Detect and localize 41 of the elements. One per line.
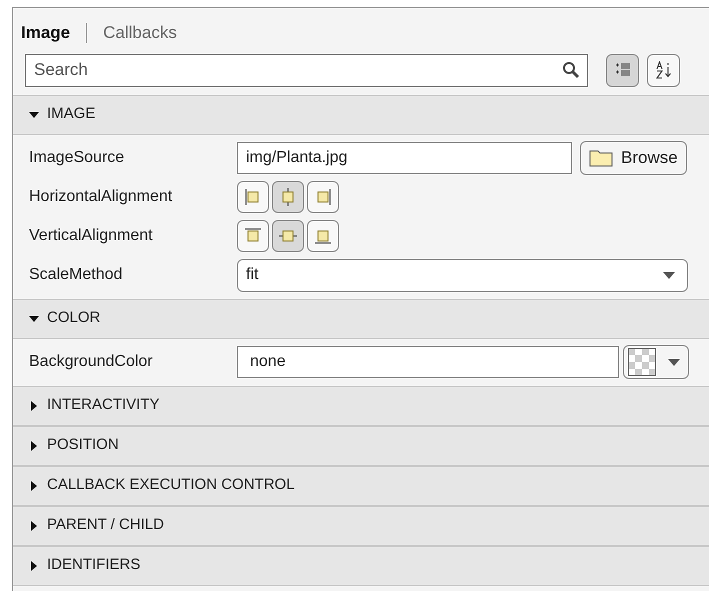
- caret-right-icon: [29, 560, 39, 570]
- property-label: BackgroundColor: [29, 352, 154, 372]
- image-source-field[interactable]: img/Planta.jpg: [237, 142, 572, 174]
- background-color-field[interactable]: none: [237, 346, 619, 378]
- alignment-toggle[interactable]: [237, 220, 269, 252]
- search-icon: [562, 60, 580, 78]
- property-label: HorizontalAlignment: [29, 187, 174, 207]
- caret-icon: [663, 272, 675, 278]
- view-toggle[interactable]: [606, 54, 639, 86]
- caret-down-icon: [29, 110, 39, 120]
- browse-button[interactable]: Browse: [580, 141, 687, 175]
- section-header[interactable]: PARENT / CHILD: [13, 506, 709, 546]
- property-label: ImageSource: [29, 148, 126, 168]
- section-header[interactable]: IMAGE: [13, 94, 709, 134]
- folder-icon: [589, 149, 613, 167]
- search-field[interactable]: Search: [25, 54, 588, 86]
- caret-right-icon: [29, 440, 39, 450]
- alignment-toggle[interactable]: [307, 220, 339, 252]
- property-label: VerticalAlignment: [29, 226, 154, 246]
- alignment-toggle[interactable]: [237, 181, 269, 213]
- property-label: ScaleMethod: [29, 265, 124, 285]
- scale-method-dropdown[interactable]: fit: [237, 258, 688, 292]
- section-header[interactable]: POSITION: [13, 426, 709, 466]
- caret-icon: [668, 358, 680, 366]
- caret-right-icon: [29, 480, 39, 490]
- caret-right-icon: [29, 520, 39, 530]
- alignment-toggle[interactable]: [272, 220, 304, 252]
- transparent-swatch-icon: [628, 348, 656, 376]
- view-toggle[interactable]: [647, 54, 680, 86]
- tab[interactable]: Image: [21, 20, 70, 46]
- alignment-toggle[interactable]: [307, 181, 339, 213]
- section-header[interactable]: INTERACTIVITY: [13, 386, 709, 426]
- tab[interactable]: Callbacks: [103, 20, 177, 46]
- section-header[interactable]: COLOR: [13, 298, 709, 338]
- caret-right-icon: [29, 400, 39, 410]
- section-header[interactable]: CALLBACK EXECUTION CONTROL: [13, 466, 709, 506]
- alignment-toggle[interactable]: [272, 181, 304, 213]
- sort-az-icon: [654, 61, 672, 79]
- caret-down-icon: [29, 314, 39, 324]
- color-picker-button[interactable]: [623, 345, 689, 379]
- section-header[interactable]: IDENTIFIERS: [13, 546, 709, 586]
